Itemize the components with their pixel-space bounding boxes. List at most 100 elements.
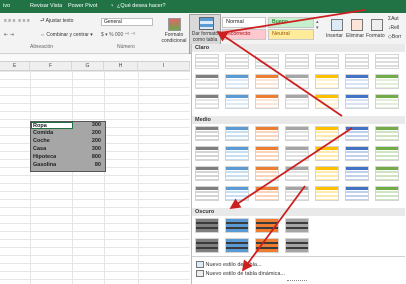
table-row-ropa-item[interactable]: Ropa [31,122,73,129]
table-style-thumbnail[interactable] [195,146,219,161]
table-style-thumbnail[interactable] [195,94,219,109]
column-header-i[interactable]: I [138,62,190,71]
table-style-thumbnail[interactable] [225,94,249,109]
wrap-text-button[interactable]: ⮐ Ajustar texto [40,18,73,26]
table-style-thumbnail[interactable] [315,146,339,161]
table-style-thumbnail[interactable] [315,94,339,109]
table-style-thumbnail[interactable] [195,166,219,181]
style-incorrect[interactable]: Incorrecto [222,29,266,40]
table-style-thumbnail[interactable] [255,126,279,141]
table-style-thumbnail[interactable] [285,126,309,141]
table-style-thumbnail[interactable] [345,94,369,109]
conditional-format-button[interactable]: Formato condicional [160,15,188,51]
table-style-thumbnail[interactable] [285,238,309,253]
number-format-dropdown[interactable]: General [101,18,153,26]
table-style-thumbnail[interactable] [225,218,249,233]
style-normal[interactable]: Normal [222,17,266,28]
new-pivot-style-item[interactable]: Nuevo estilo de tabla dinámica... [196,270,285,277]
table-row-coche-value[interactable]: 200 [73,138,103,145]
tab-power-pivot[interactable]: Power Pivot [68,3,97,9]
table-style-thumbnail[interactable] [315,126,339,141]
table-style-thumbnail[interactable] [315,74,339,89]
table-row-gasolina-value[interactable]: 80 [73,162,103,169]
align-icons[interactable]: ≡ ≡ ≡ ≡ ≡ ≡ [4,18,30,24]
table-style-thumbnail[interactable] [375,126,399,141]
table-style-thumbnail[interactable] [255,54,279,69]
tell-me-box[interactable]: ¿Qué desea hacer? [117,3,166,9]
tab-file[interactable]: ivo [3,3,10,9]
table-row-ropa-value[interactable]: 300 [73,122,103,129]
table-style-thumbnail[interactable] [315,186,339,201]
table-style-thumbnail[interactable] [255,166,279,181]
style-neutral[interactable]: Neutral [268,29,314,40]
table-row-comida-value[interactable]: 200 [73,130,103,137]
styles-scroll-icon[interactable]: ▴ ▾ [316,19,319,31]
table-style-thumbnail[interactable] [225,54,249,69]
tab-review[interactable]: Revisar [30,3,49,9]
table-style-thumbnail[interactable] [195,218,219,233]
table-style-thumbnail[interactable] [255,238,279,253]
table-style-thumbnail[interactable] [285,54,309,69]
column-header-f[interactable]: F [30,62,72,71]
autosum-button[interactable]: ΣAut [388,16,399,22]
table-style-thumbnail[interactable] [225,166,249,181]
table-row-comida-item[interactable]: Comida [31,130,73,137]
table-row-coche-item[interactable]: Coche [31,138,73,145]
fill-button[interactable]: ↓Rell [388,25,399,31]
table-style-thumbnail[interactable] [195,126,219,141]
table-style-thumbnail[interactable] [225,126,249,141]
indent-icons[interactable]: ⇤ ⇥ [4,32,14,38]
table-style-thumbnail[interactable] [375,74,399,89]
table-style-thumbnail[interactable] [195,238,219,253]
column-header-e[interactable]: E [0,62,30,71]
tab-view[interactable]: Vista [50,3,62,9]
column-header-h[interactable]: H [104,62,138,71]
table-row-hipoteca-value[interactable]: 800 [73,154,103,161]
table-style-thumbnail[interactable] [345,54,369,69]
table-style-thumbnail[interactable] [315,54,339,69]
table-row-casa-value[interactable]: 300 [73,146,103,153]
table-style-thumbnail[interactable] [345,126,369,141]
table-style-thumbnail[interactable] [285,218,309,233]
table-style-thumbnail[interactable] [345,186,369,201]
table-style-thumbnail[interactable] [225,74,249,89]
table-style-thumbnail[interactable] [285,74,309,89]
table-style-thumbnail[interactable] [375,54,399,69]
table-style-thumbnail[interactable] [285,94,309,109]
table-row-hipoteca-item[interactable]: Hipoteca [31,154,73,161]
table-style-thumbnail[interactable] [375,186,399,201]
table-style-thumbnail[interactable] [375,166,399,181]
table-style-thumbnail[interactable] [345,166,369,181]
table-style-thumbnail[interactable] [285,166,309,181]
format-label: Formato [366,33,385,39]
clear-button[interactable]: ◇Borr [388,34,401,40]
formula-bar[interactable] [0,54,190,62]
data-table[interactable]: Ropa 300 Comida 200 Coche 200 Casa 300 H… [30,121,106,172]
table-style-thumbnail[interactable] [195,54,219,69]
table-style-thumbnail[interactable] [285,186,309,201]
number-format-icons[interactable]: $ ▾ % 000 ⁺⁰ ⁻⁰ [101,32,135,38]
table-style-thumbnail[interactable] [225,238,249,253]
table-style-thumbnail[interactable] [255,94,279,109]
table-style-thumbnail[interactable] [225,186,249,201]
table-style-thumbnail[interactable] [255,218,279,233]
gallery-resize-handle[interactable] [287,280,307,283]
table-style-thumbnail[interactable] [345,146,369,161]
column-header-g[interactable]: G [72,62,104,71]
table-style-thumbnail[interactable] [195,186,219,201]
table-style-thumbnail[interactable] [375,146,399,161]
table-style-thumbnail[interactable] [225,146,249,161]
merge-center-button[interactable]: ⇔ Combinar y centrar ▾ [40,32,93,38]
table-style-thumbnail[interactable] [255,146,279,161]
style-good[interactable]: Bueno [268,17,314,28]
new-table-style-item[interactable]: Nuevo estilo de tabla... [196,261,261,268]
table-style-thumbnail[interactable] [345,74,369,89]
table-style-thumbnail[interactable] [255,74,279,89]
table-style-thumbnail[interactable] [375,94,399,109]
table-style-thumbnail[interactable] [195,74,219,89]
table-row-gasolina-item[interactable]: Gasolina [31,162,73,169]
table-style-thumbnail[interactable] [255,186,279,201]
table-row-casa-item[interactable]: Casa [31,146,73,153]
table-style-thumbnail[interactable] [285,146,309,161]
table-style-thumbnail[interactable] [315,166,339,181]
